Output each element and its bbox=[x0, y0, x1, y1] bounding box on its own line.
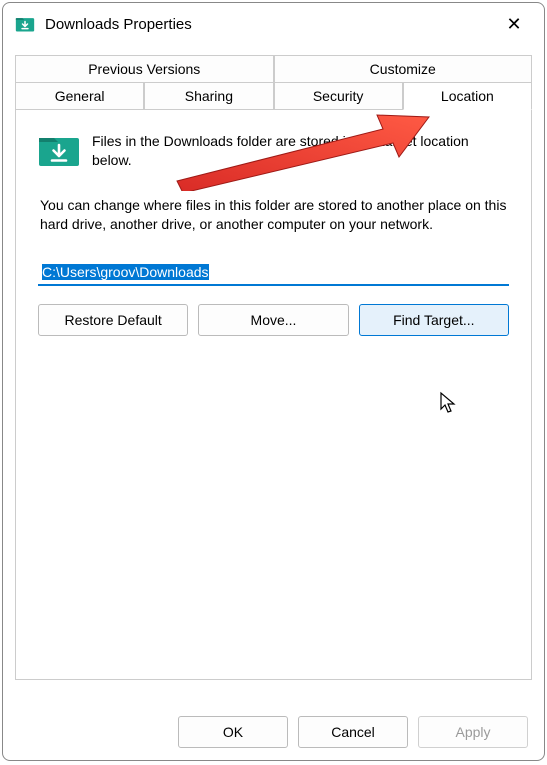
downloads-folder-icon bbox=[38, 130, 80, 168]
move-button[interactable]: Move... bbox=[198, 304, 348, 336]
dialog-footer: OK Cancel Apply bbox=[3, 716, 544, 748]
close-icon: ✕ bbox=[506, 15, 521, 33]
description-text: You can change where files in this folde… bbox=[40, 196, 509, 234]
content-area: Previous Versions Customize General Shar… bbox=[3, 45, 544, 692]
location-path-input[interactable]: C:\Users\groov\Downloads bbox=[38, 260, 509, 286]
properties-dialog: Downloads Properties ✕ Previous Versions… bbox=[2, 2, 545, 761]
tab-security[interactable]: Security bbox=[274, 82, 403, 110]
downloads-folder-icon bbox=[15, 14, 35, 34]
tab-sharing[interactable]: Sharing bbox=[144, 82, 273, 110]
path-value-selected: C:\Users\groov\Downloads bbox=[42, 264, 209, 280]
tab-customize[interactable]: Customize bbox=[274, 55, 533, 82]
tabs-row-1: Previous Versions Customize bbox=[15, 55, 532, 82]
info-text: Files in the Downloads folder are stored… bbox=[92, 130, 509, 170]
apply-button[interactable]: Apply bbox=[418, 716, 528, 748]
restore-default-button[interactable]: Restore Default bbox=[38, 304, 188, 336]
cancel-button[interactable]: Cancel bbox=[298, 716, 408, 748]
tab-location[interactable]: Location bbox=[403, 82, 532, 110]
info-row: Files in the Downloads folder are stored… bbox=[38, 130, 509, 170]
titlebar: Downloads Properties ✕ bbox=[3, 3, 544, 45]
tab-panel-location: Files in the Downloads folder are stored… bbox=[15, 110, 532, 680]
tab-general[interactable]: General bbox=[15, 82, 144, 110]
window-title: Downloads Properties bbox=[45, 16, 496, 33]
find-target-button[interactable]: Find Target... bbox=[359, 304, 509, 336]
tabs-container: Previous Versions Customize General Shar… bbox=[15, 55, 532, 680]
tab-previous-versions[interactable]: Previous Versions bbox=[15, 55, 274, 82]
button-row: Restore Default Move... Find Target... bbox=[38, 304, 509, 336]
ok-button[interactable]: OK bbox=[178, 716, 288, 748]
tabs-row-2: General Sharing Security Location bbox=[15, 82, 532, 110]
close-button[interactable]: ✕ bbox=[496, 10, 532, 38]
